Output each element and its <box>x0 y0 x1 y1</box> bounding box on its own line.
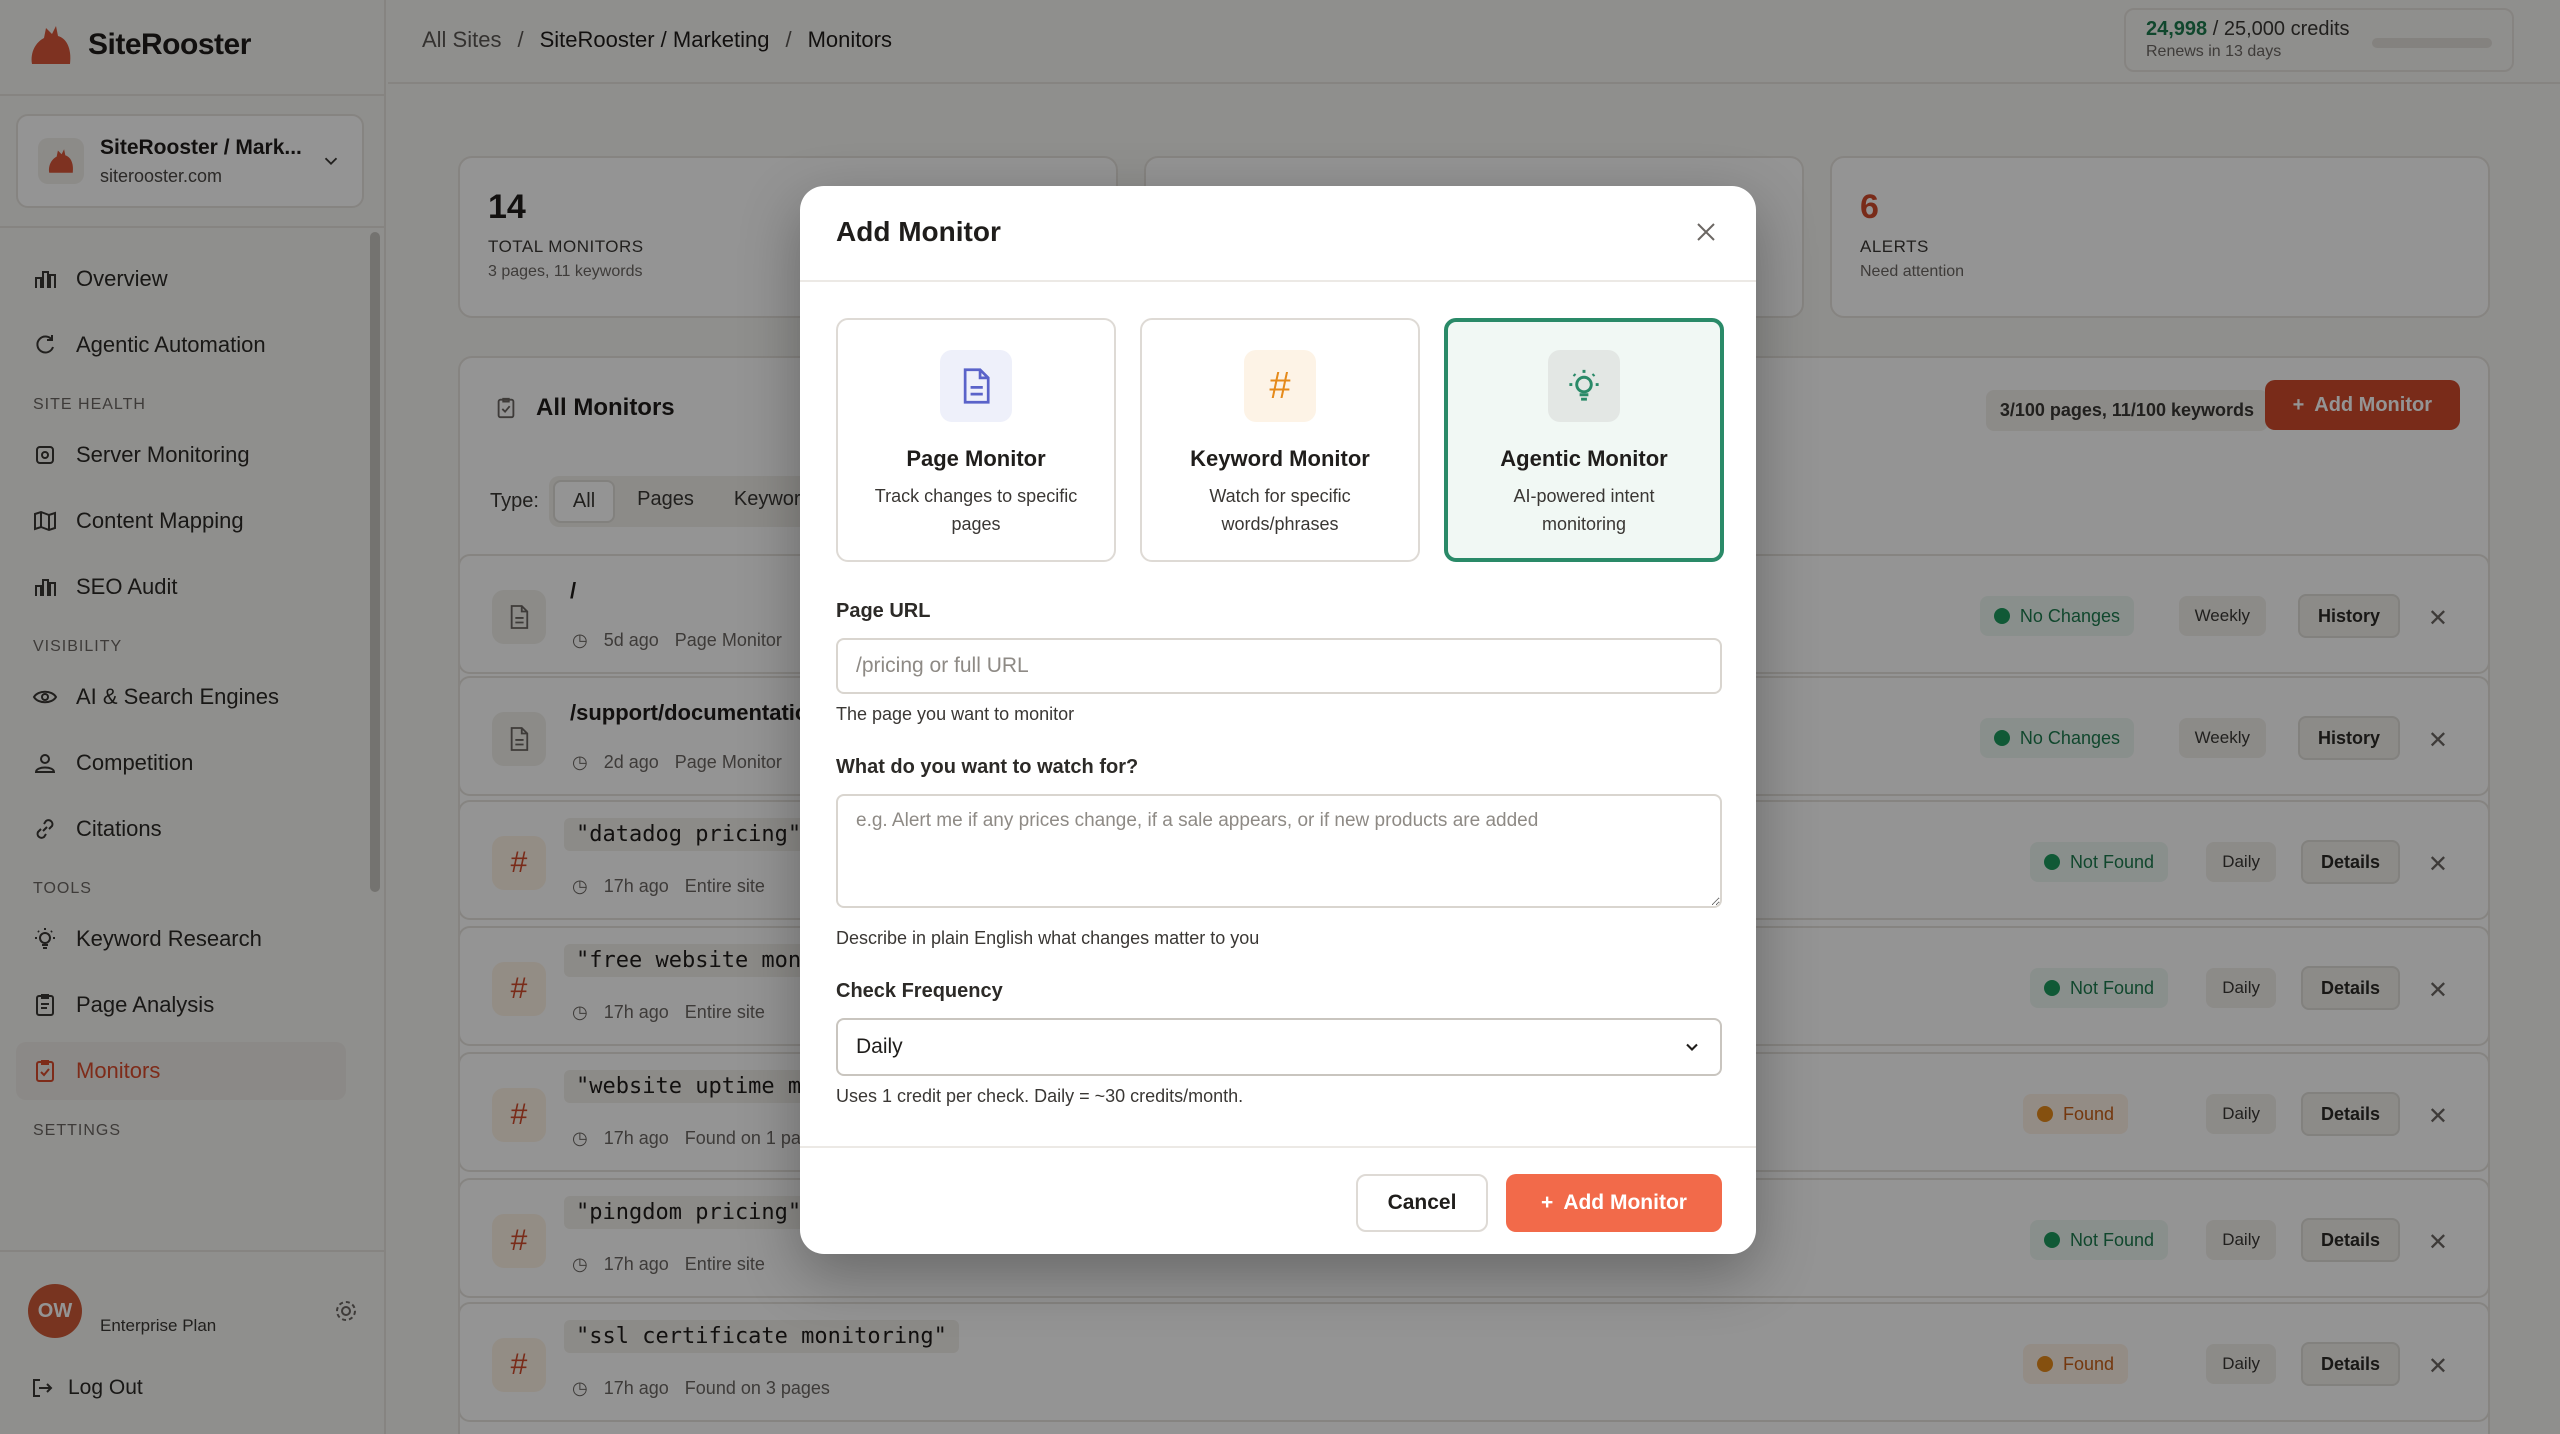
page-monitor-option[interactable]: Page Monitor Track changes to specific p… <box>836 318 1116 562</box>
option-title: Agentic Monitor <box>1500 446 1668 471</box>
close-icon[interactable] <box>1692 218 1720 246</box>
agentic-monitor-option[interactable]: Agentic Monitor AI-powered intent monito… <box>1444 318 1724 562</box>
watch-for-help: Describe in plain English what changes m… <box>836 928 1260 948</box>
check-frequency-label: Check Frequency <box>836 980 1003 1002</box>
plus-icon: + <box>1541 1191 1554 1214</box>
keyword-monitor-option[interactable]: # Keyword Monitor Watch for specific wor… <box>1140 318 1420 562</box>
submit-label: Add Monitor <box>1563 1191 1687 1214</box>
frequency-value: Daily <box>856 1035 903 1058</box>
document-icon <box>940 350 1012 422</box>
watch-for-label: What do you want to watch for? <box>836 756 1139 778</box>
add-monitor-dialog: Add Monitor Page Monitor Track changes t… <box>800 186 1756 1254</box>
page-url-input[interactable] <box>836 638 1722 694</box>
option-title: Keyword Monitor <box>1190 446 1370 471</box>
chevron-down-icon <box>1686 1043 1698 1051</box>
page-url-help: The page you want to monitor <box>836 704 1075 724</box>
page-url-label: Page URL <box>836 600 931 622</box>
option-desc: Track changes to specific pages <box>874 486 1078 534</box>
watch-for-textarea[interactable] <box>836 794 1722 908</box>
submit-add-monitor-button[interactable]: + Add Monitor <box>1506 1174 1722 1232</box>
option-title: Page Monitor <box>906 446 1046 471</box>
dialog-title: Add Monitor <box>836 216 1001 247</box>
check-frequency-select[interactable]: Daily <box>836 1018 1722 1076</box>
hash-icon: # <box>1244 350 1316 422</box>
lightbulb-icon <box>1548 350 1620 422</box>
option-desc: AI-powered intent monitoring <box>1513 486 1655 534</box>
option-desc: Watch for specific words/phrases <box>1209 486 1351 534</box>
monitor-type-options: Page Monitor Track changes to specific p… <box>836 318 1724 562</box>
frequency-help: Uses 1 credit per check. Daily = ~30 cre… <box>836 1086 1244 1106</box>
cancel-button[interactable]: Cancel <box>1356 1174 1488 1232</box>
